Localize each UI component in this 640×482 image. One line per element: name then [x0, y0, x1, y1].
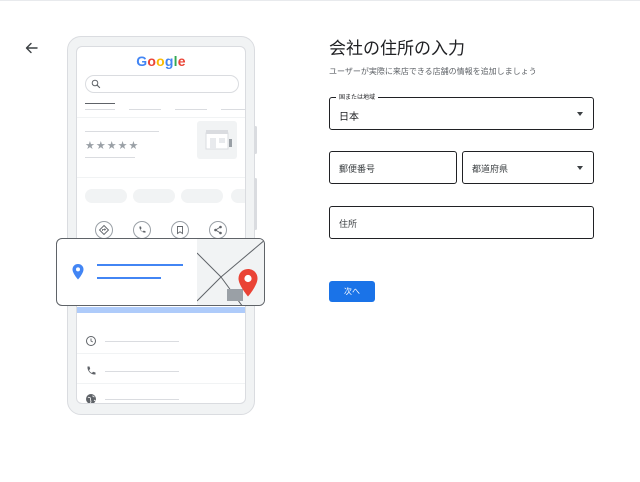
- next-button[interactable]: 次へ: [329, 281, 375, 302]
- mock-divider: [77, 353, 245, 354]
- mock-divider: [77, 117, 245, 118]
- mock-chip: [85, 189, 127, 203]
- mock-text-line: [85, 157, 135, 158]
- mock-text-line: [97, 264, 183, 266]
- page-title: 会社の住所の入力: [329, 39, 465, 59]
- mock-chip: [231, 189, 245, 203]
- storefront-icon: [205, 130, 232, 150]
- mock-tabs: [85, 103, 245, 111]
- mock-map: [196, 239, 264, 305]
- phone-icon: [133, 221, 151, 239]
- mock-chip: [133, 189, 175, 203]
- location-pin-icon: [72, 264, 84, 280]
- back-button[interactable]: [22, 38, 42, 58]
- mock-divider: [77, 383, 245, 384]
- mock-chip: [181, 189, 223, 203]
- country-select-label: 国または地域: [336, 93, 379, 102]
- map-pin-icon: [238, 269, 258, 297]
- search-icon: [91, 79, 101, 89]
- dropdown-caret-icon: [577, 166, 583, 170]
- address-placeholder: 住所: [339, 220, 358, 230]
- mock-highlight-bar: [77, 307, 245, 313]
- mock-tab: [85, 109, 115, 110]
- mock-tab: [175, 109, 207, 110]
- postal-code-input[interactable]: 郵便番号: [329, 151, 457, 184]
- phone-screen: Google ★★★★★: [76, 46, 246, 404]
- mock-text-line: [105, 371, 179, 372]
- phone-icon: [87, 366, 96, 375]
- directions-icon: [95, 221, 113, 239]
- clock-icon: [86, 336, 96, 346]
- mock-divider: [77, 177, 245, 178]
- google-logo: Google: [136, 53, 186, 69]
- postal-code-placeholder: 郵便番号: [339, 165, 376, 175]
- top-divider: [0, 0, 640, 1]
- share-icon: [209, 221, 227, 239]
- country-select[interactable]: 国または地域 日本: [329, 93, 594, 130]
- country-select-value: 日本: [339, 112, 359, 123]
- mock-store-thumbnail: [197, 121, 237, 159]
- page-subtitle: ユーザーが実際に来店できる店舗の情報を追加しましょう: [329, 67, 537, 76]
- mock-text-line: [105, 341, 179, 342]
- prefecture-select[interactable]: 都道府県: [462, 151, 594, 184]
- business-profile-illustration: Google ★★★★★: [50, 30, 280, 422]
- mock-tab: [221, 109, 245, 110]
- dropdown-caret-icon: [577, 112, 583, 116]
- address-card-mock: [56, 238, 265, 306]
- address-input[interactable]: 住所: [329, 206, 594, 239]
- prefecture-placeholder: 都道府県: [472, 165, 509, 175]
- back-arrow-icon: [25, 42, 38, 54]
- bookmark-icon: [171, 221, 189, 239]
- mock-text-line: [97, 277, 161, 279]
- phone-side-button: [254, 178, 257, 230]
- globe-icon: [86, 394, 96, 403]
- mock-rating-stars: ★★★★★: [85, 139, 140, 152]
- mock-tab: [129, 109, 161, 110]
- phone-side-button: [254, 126, 257, 154]
- mock-text-line: [105, 399, 179, 400]
- mock-search-bar: [85, 75, 239, 93]
- mock-tab: [85, 103, 115, 104]
- mock-text-line: [85, 131, 159, 132]
